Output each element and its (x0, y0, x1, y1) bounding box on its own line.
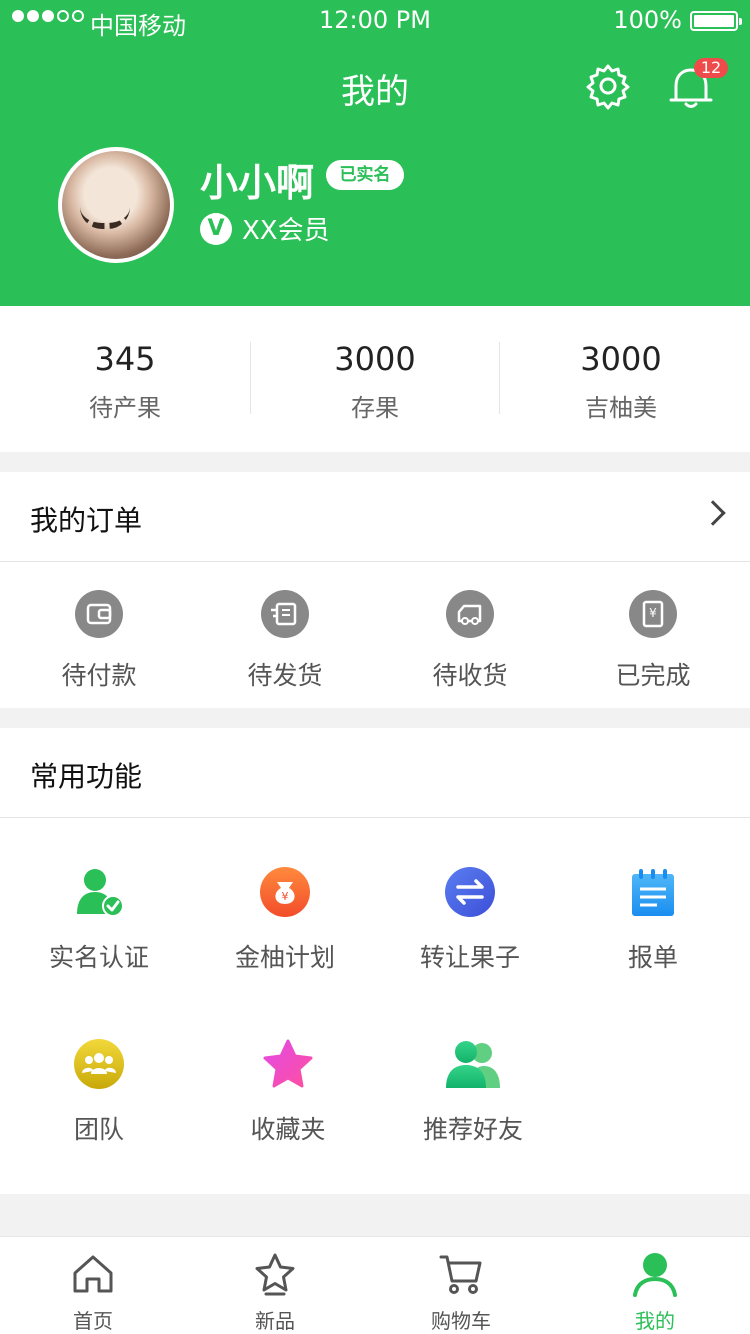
wallet-icon (75, 590, 123, 638)
features-title: 常用功能 (30, 760, 143, 793)
features-card: 常用功能 实名认证 ¥ 金柚计划 转让果子 报单 团队 收藏夹 推荐好友 (0, 728, 750, 1194)
verified-user-icon (73, 866, 125, 918)
user-name: 小小啊 (200, 161, 315, 205)
tab-bar: 首页 新品 购物车 我的 (0, 1236, 750, 1334)
team-icon (73, 1038, 125, 1090)
order-label: 待付款 (61, 661, 137, 690)
stat-jiyoumei[interactable]: 3000 吉柚美 (496, 340, 746, 423)
profile-icon (632, 1251, 678, 1297)
feature-label: 收藏夹 (250, 1115, 326, 1144)
status-bar: 中国移动 12:00 PM 100% (0, 0, 750, 40)
notification-badge: 12 (694, 58, 728, 78)
stat-stored-fruit[interactable]: 3000 存果 (250, 340, 500, 423)
battery-percent: 100% (613, 6, 682, 34)
orders-card: 我的订单 待付款 待发货 待收货 ¥ 已完成 (0, 472, 750, 708)
feature-favorites[interactable]: 收藏夹 (195, 1038, 381, 1146)
receipt-icon: ¥ (629, 590, 677, 638)
feature-transfer-fruit[interactable]: 转让果子 (377, 866, 563, 974)
feature-label: 转让果子 (419, 943, 520, 972)
gear-icon[interactable] (584, 62, 632, 110)
tab-mine[interactable]: 我的 (562, 1251, 748, 1334)
feature-label: 报单 (627, 943, 678, 972)
page-title: 我的 (341, 72, 409, 112)
tab-label: 首页 (73, 1309, 113, 1333)
tab-home[interactable]: 首页 (0, 1251, 186, 1334)
friends-icon (444, 1038, 502, 1090)
stat-pending-fruit[interactable]: 345 待产果 (0, 340, 250, 423)
orders-header[interactable]: 我的订单 (0, 472, 750, 562)
notepad-icon (627, 866, 679, 918)
money-bag-icon: ¥ (259, 866, 311, 918)
tab-new-products[interactable]: 新品 (182, 1251, 368, 1334)
home-icon (70, 1251, 116, 1297)
svg-text:¥: ¥ (649, 606, 657, 620)
cart-icon (438, 1251, 484, 1297)
svg-text:¥: ¥ (282, 890, 289, 903)
battery-icon (690, 11, 742, 31)
order-completed[interactable]: ¥ 已完成 (560, 590, 746, 692)
tab-label: 我的 (635, 1309, 675, 1333)
feature-team[interactable]: 团队 (6, 1038, 192, 1146)
chevron-right-icon (700, 500, 726, 526)
transfer-icon (444, 866, 496, 918)
profile-header: 中国移动 12:00 PM 100% 我的 12 小小啊 已实名 V XX会员 (0, 0, 750, 306)
tab-label: 新品 (255, 1309, 295, 1333)
stat-label: 存果 (351, 394, 399, 422)
order-pending-receipt[interactable]: 待收货 (377, 590, 563, 692)
star-icon (262, 1038, 314, 1090)
features-header: 常用功能 (0, 728, 750, 818)
tab-label: 购物车 (431, 1309, 491, 1333)
feature-real-name-auth[interactable]: 实名认证 (6, 866, 192, 974)
order-label: 待收货 (432, 661, 508, 690)
stat-label: 待产果 (89, 394, 161, 422)
star-outline-icon (252, 1251, 298, 1297)
feature-label: 金柚计划 (234, 943, 335, 972)
order-pending-shipment[interactable]: 待发货 (192, 590, 378, 692)
feature-golden-pomelo-plan[interactable]: ¥ 金柚计划 (192, 866, 378, 974)
feature-refer-friends[interactable]: 推荐好友 (380, 1038, 566, 1146)
stat-value: 3000 (334, 340, 416, 378)
stat-value: 345 (94, 340, 156, 378)
stat-value: 3000 (580, 340, 662, 378)
order-pending-payment[interactable]: 待付款 (6, 590, 192, 692)
stat-label: 吉柚美 (585, 394, 657, 422)
feature-label: 团队 (73, 1115, 124, 1144)
tab-cart[interactable]: 购物车 (368, 1251, 554, 1334)
member-level: XX会员 (242, 216, 330, 246)
truck-icon (446, 590, 494, 638)
vip-icon: V (200, 213, 232, 245)
feature-label: 推荐好友 (422, 1115, 523, 1144)
order-label: 待发货 (247, 661, 323, 690)
feature-report[interactable]: 报单 (560, 866, 746, 974)
order-label: 已完成 (615, 661, 691, 690)
stats-panel: 345 待产果 3000 存果 3000 吉柚美 (0, 306, 750, 452)
verified-badge: 已实名 (326, 160, 404, 190)
feature-label: 实名认证 (48, 943, 149, 972)
avatar[interactable] (58, 147, 174, 263)
orders-title: 我的订单 (30, 504, 143, 537)
shipment-icon (261, 590, 309, 638)
